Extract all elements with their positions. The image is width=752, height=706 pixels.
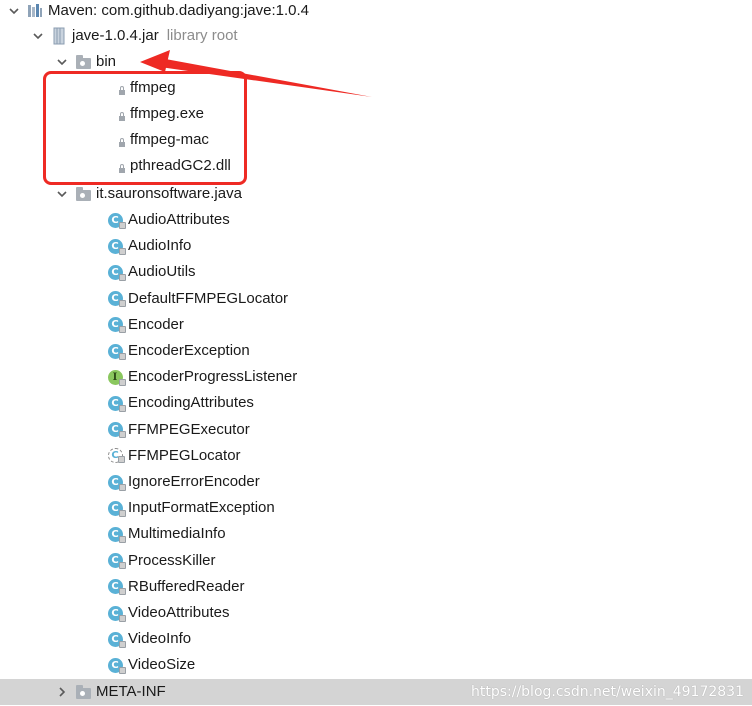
tree-item-label: EncoderProgressListener [128, 368, 298, 386]
icon-letter: C [107, 500, 126, 517]
class-icon: C [106, 211, 126, 229]
class-icon: C [106, 604, 126, 622]
tree-row-class[interactable]: C VideoSize [0, 652, 752, 678]
class-icon: C [106, 263, 126, 281]
tree-item-label: AudioAttributes [128, 211, 230, 228]
tree-item-label: EncodingAttributes [128, 394, 254, 412]
tree-row-class[interactable]: C ProcessKiller [0, 548, 752, 574]
icon-letter: C [107, 657, 126, 674]
class-icon: C [106, 578, 126, 596]
chevron-right-icon[interactable] [54, 684, 70, 700]
tree-item-label: InputFormatException [128, 499, 275, 517]
tree-row-class[interactable]: C Encoder [0, 312, 752, 338]
tree-row-jar[interactable]: jave-1.0.4.jar library root [0, 23, 752, 49]
icon-letter: C [107, 605, 126, 622]
tree-row-class[interactable]: C EncoderException [0, 338, 752, 364]
icon-letter: C [107, 422, 126, 439]
tree-item-label: MultimediaInfo [128, 525, 226, 543]
tree-item-label: FFMPEGLocator [128, 446, 241, 464]
class-icon: C [106, 473, 126, 491]
class-icon: C [106, 525, 126, 543]
icon-letter: C [107, 317, 126, 334]
tree-row-class[interactable]: C VideoInfo [0, 626, 752, 652]
tree-row-class[interactable]: C DefaultFFMPEGLocator [0, 286, 752, 312]
class-icon: C [106, 290, 126, 308]
tree-row-class[interactable]: C EncodingAttributes [0, 390, 752, 416]
chevron-down-icon[interactable] [54, 54, 70, 70]
tree-item-label: VideoSize [128, 656, 196, 674]
watermark-text: https://blog.csdn.net/weixin_49172831 [470, 684, 744, 700]
icon-letter: C [107, 474, 126, 491]
chevron-down-icon[interactable] [6, 3, 22, 19]
icon-letter: I [107, 369, 126, 386]
package-icon [74, 185, 92, 203]
icon-letter: C [107, 526, 126, 543]
tree-item-label: RBufferedReader [128, 577, 245, 595]
class-icon: C [106, 552, 126, 570]
annotation-box [43, 71, 247, 185]
class-icon: C [106, 394, 126, 412]
jar-icon [50, 27, 68, 45]
tree-item-label: jave-1.0.4.jar [72, 27, 159, 44]
icon-letter: C [107, 395, 126, 412]
class-icon: C [106, 316, 126, 334]
tree-row-class[interactable]: C AudioInfo [0, 233, 752, 259]
icon-letter: C [107, 238, 126, 255]
class-icon: C [106, 342, 126, 360]
icon-letter: C [107, 553, 126, 570]
class-icon: C [106, 237, 126, 255]
tree-item-label: DefaultFFMPEGLocator [128, 289, 289, 307]
class-icon: C [106, 630, 126, 648]
class-icon: C [106, 499, 126, 517]
folder-icon [74, 53, 92, 71]
tree-item-label: ProcessKiller [128, 551, 216, 569]
tree-item-label: VideoInfo [128, 630, 192, 648]
chevron-down-icon[interactable] [54, 186, 70, 202]
chevron-down-icon[interactable] [30, 28, 46, 44]
class-icon: C [106, 421, 126, 439]
tree-row-class[interactable]: C AudioAttributes [0, 207, 752, 233]
icon-letter: C [107, 579, 126, 596]
tree-item-label: FFMPEGExecutor [128, 420, 250, 438]
tree-item-label: AudioUtils [128, 263, 196, 281]
tree-item-label: VideoAttributes [128, 604, 230, 621]
icon-letter: C [107, 264, 126, 281]
tree-row-class[interactable]: C InputFormatException [0, 495, 752, 521]
folder-icon [74, 683, 92, 701]
tree-row-class[interactable]: C AudioUtils [0, 259, 752, 285]
tree-row-class[interactable]: C RBufferedReader [0, 574, 752, 600]
abstract-class-icon: C [106, 447, 125, 465]
tree-row-class[interactable]: I EncoderProgressListener [0, 364, 752, 390]
library-root-hint: library root [166, 27, 238, 44]
tree-row-class[interactable]: C FFMPEGLocator [0, 443, 752, 469]
tree-row-class[interactable]: C MultimediaInfo [0, 521, 752, 547]
tree-item-label: Encoder [128, 315, 184, 333]
tree-item-label: AudioInfo [128, 237, 192, 255]
tree-item-label: IgnoreErrorEncoder [128, 473, 260, 490]
class-icon: C [106, 656, 126, 674]
tree-item-label: EncoderException [128, 342, 250, 359]
icon-letter: C [107, 343, 126, 360]
tree-row-class[interactable]: C IgnoreErrorEncoder [0, 469, 752, 495]
tree-item-label: Maven: com.github.dadiyang:jave:1.0.4 [48, 2, 309, 19]
tree-row-class[interactable]: C VideoAttributes [0, 600, 752, 626]
tree-item-label: META-INF [96, 683, 166, 700]
tree-row-maven-library[interactable]: Maven: com.github.dadiyang:jave:1.0.4 [0, 0, 752, 24]
icon-letter: C [107, 291, 126, 308]
library-icon [26, 2, 44, 20]
interface-icon: I [106, 368, 126, 386]
icon-letter: C [107, 631, 126, 648]
icon-letter: C [107, 448, 125, 464]
tree-row-class[interactable]: C FFMPEGExecutor [0, 417, 752, 443]
icon-letter: C [107, 212, 126, 229]
